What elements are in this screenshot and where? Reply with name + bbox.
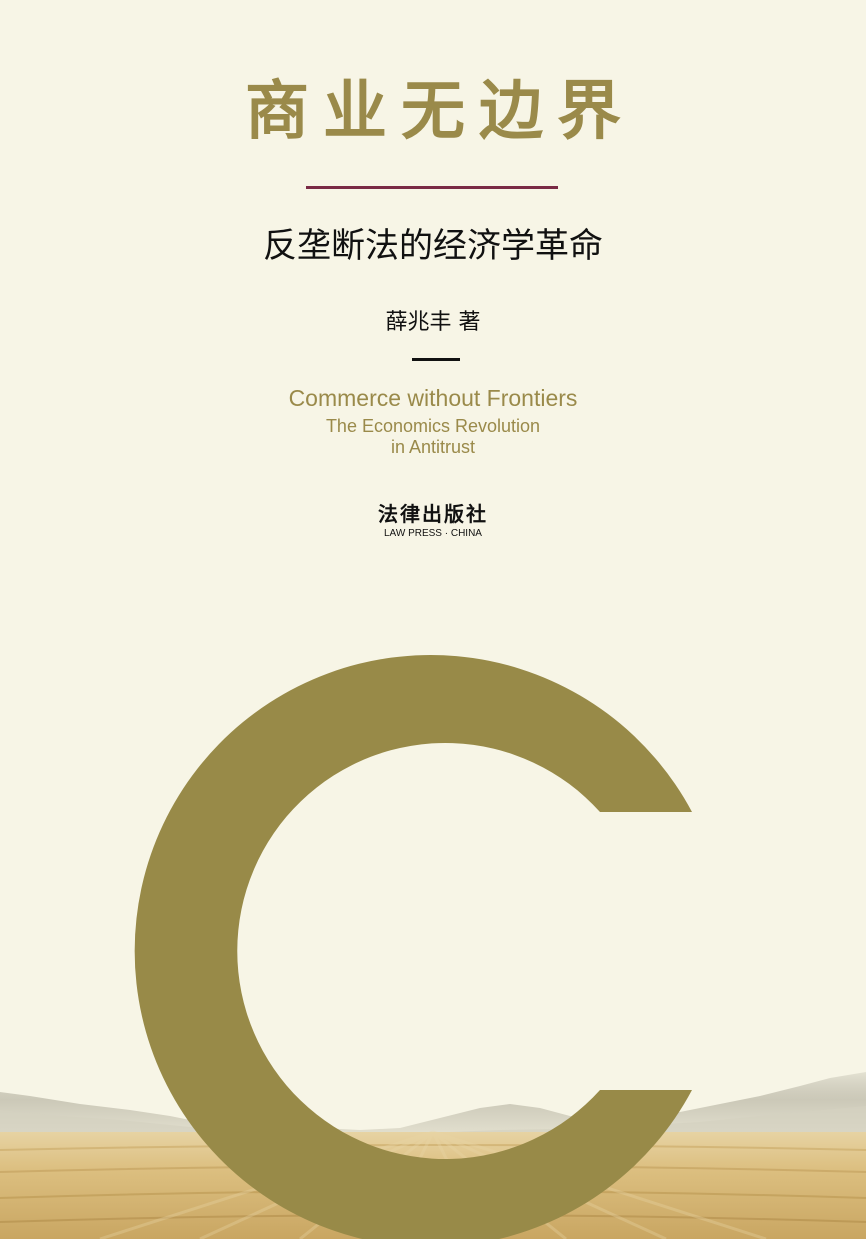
book-subtitle: 反垄断法的经济学革命 — [263, 226, 603, 266]
publisher-name-english: LAW PRESS · CHINA — [384, 528, 482, 539]
english-subtitle-line1: The Economics Revolution — [325, 416, 541, 436]
author-line: 薛兆丰 著 — [385, 310, 481, 335]
english-title: Commerce without Frontiers — [288, 385, 578, 411]
title-divider — [306, 186, 558, 189]
english-subtitle-line2: in Antitrust — [390, 437, 476, 457]
publisher-name: 法律出版社 — [378, 502, 488, 526]
book-cover: 商业无边界 反垄断法的经济学革命 薛兆丰 著 Commerce without … — [0, 0, 866, 1239]
author-divider — [412, 358, 460, 361]
english-subtitle: The Economics Revolution in Antitrust — [0, 416, 866, 458]
book-title: 商业无边界 — [245, 75, 635, 149]
